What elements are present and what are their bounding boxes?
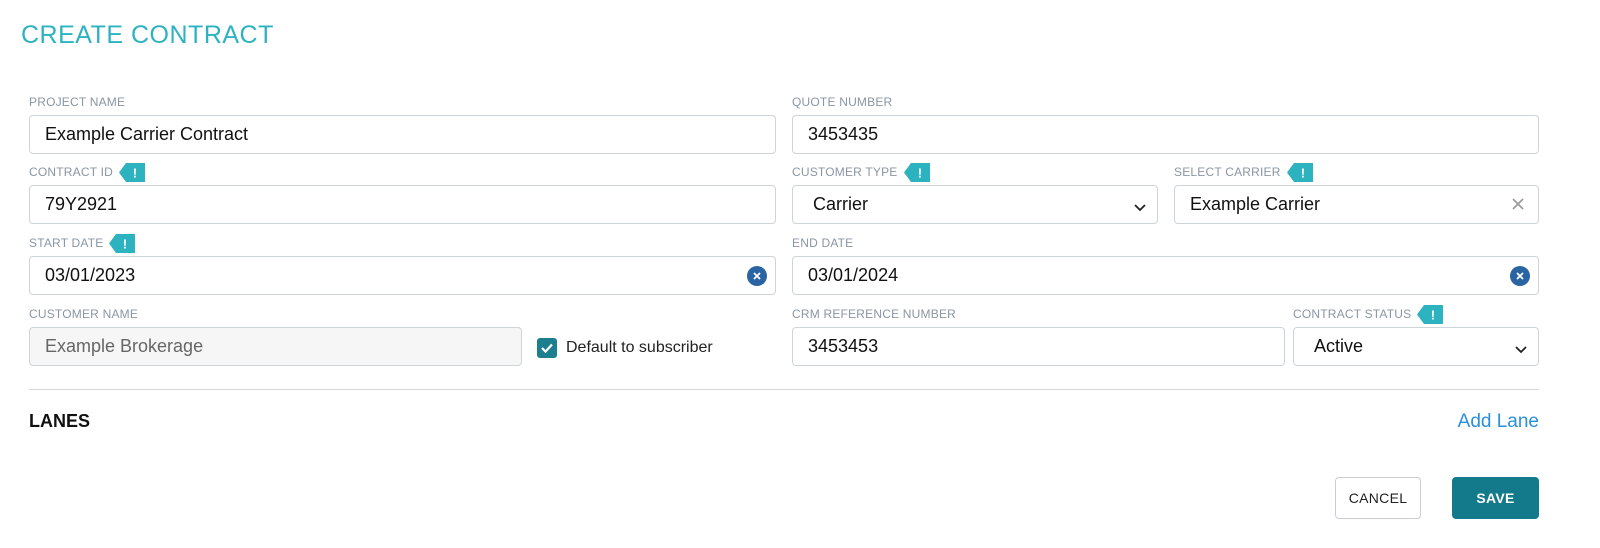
- contract-id-label: CONTRACT ID !: [29, 162, 145, 182]
- required-flag-icon: !: [109, 233, 136, 253]
- select-carrier-input[interactable]: Example Carrier: [1174, 185, 1539, 224]
- section-divider: [29, 389, 1539, 390]
- clear-date-icon[interactable]: [1510, 266, 1530, 286]
- svg-text:!: !: [123, 236, 128, 251]
- contract-id-input[interactable]: 79Y2921: [29, 185, 776, 224]
- lanes-section-title: LANES: [29, 411, 91, 431]
- end-date-label: END DATE: [792, 236, 854, 250]
- quote-number-input[interactable]: 3453435: [792, 115, 1539, 154]
- chevron-down-icon: [1514, 340, 1528, 354]
- page-title: CREATE CONTRACT: [21, 21, 274, 49]
- required-flag-icon: !: [118, 162, 145, 182]
- customer-type-label: CUSTOMER TYPE !: [792, 162, 930, 182]
- default-to-subscriber-checkbox[interactable]: [537, 338, 557, 358]
- svg-text:!: !: [1300, 165, 1305, 180]
- clear-date-icon[interactable]: [747, 266, 767, 286]
- required-flag-icon: !: [1286, 162, 1313, 182]
- crm-reference-number-label: CRM REFERENCE NUMBER: [792, 307, 957, 321]
- contract-status-select[interactable]: Active: [1293, 327, 1539, 366]
- default-to-subscriber-label[interactable]: Default to subscriber: [566, 339, 713, 357]
- save-button[interactable]: SAVE: [1452, 477, 1539, 519]
- customer-name-input: Example Brokerage: [29, 327, 522, 366]
- select-carrier-label: SELECT CARRIER !: [1174, 162, 1313, 182]
- required-flag-icon: !: [1417, 304, 1444, 324]
- add-lane-link[interactable]: Add Lane: [1458, 411, 1539, 433]
- customer-name-label: CUSTOMER NAME: [29, 307, 139, 321]
- svg-text:!: !: [1431, 307, 1436, 322]
- svg-text:!: !: [917, 165, 922, 180]
- end-date-input[interactable]: 03/01/2024: [792, 256, 1539, 295]
- chevron-down-icon: [1133, 198, 1147, 212]
- clear-icon[interactable]: [1510, 196, 1526, 212]
- start-date-label: START DATE !: [29, 233, 136, 253]
- checkmark-icon: [541, 343, 553, 354]
- required-flag-icon: !: [903, 162, 930, 182]
- quote-number-label: QUOTE NUMBER: [792, 95, 893, 109]
- svg-text:!: !: [133, 165, 138, 180]
- project-name-label: PROJECT NAME: [29, 95, 126, 109]
- crm-reference-number-input[interactable]: 3453453: [792, 327, 1285, 366]
- customer-type-select[interactable]: Carrier: [792, 185, 1158, 224]
- start-date-input[interactable]: 03/01/2023: [29, 256, 776, 295]
- project-name-input[interactable]: Example Carrier Contract: [29, 115, 776, 154]
- contract-status-label: CONTRACT STATUS !: [1293, 304, 1444, 324]
- cancel-button[interactable]: CANCEL: [1335, 477, 1421, 519]
